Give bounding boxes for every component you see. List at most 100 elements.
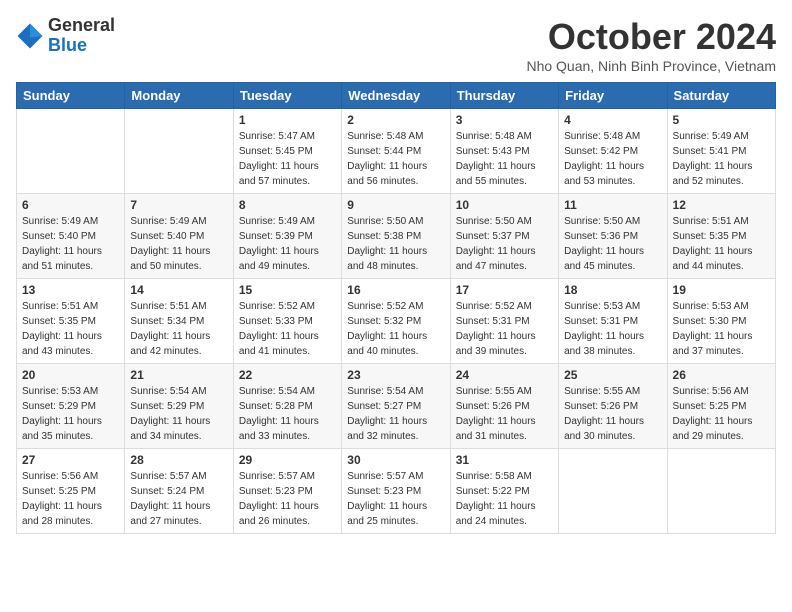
calendar-week-1: 1 Sunrise: 5:47 AMSunset: 5:45 PMDaylight… — [17, 109, 776, 194]
calendar-cell: 5 Sunrise: 5:49 AMSunset: 5:41 PMDaylight… — [667, 109, 775, 194]
calendar-cell: 7Sunrise: 5:49 AMSunset: 5:40 PMDaylight… — [125, 194, 233, 279]
day-info: Sunrise: 5:53 AMSunset: 5:30 PMDaylight:… — [673, 299, 770, 359]
calendar-cell: 12 Sunrise: 5:51 AMSunset: 5:35 PMDayligh… — [667, 194, 775, 279]
calendar-cell: 10 Sunrise: 5:50 AMSunset: 5:37 PMDayligh… — [450, 194, 558, 279]
day-info: Sunrise: 5:51 AMSunset: 5:35 PMDaylight:… — [22, 299, 119, 359]
day-number: 19 — [673, 283, 770, 297]
calendar-cell: 8Sunrise: 5:49 AMSunset: 5:39 PMDaylight… — [233, 194, 341, 279]
calendar-cell: 27 Sunrise: 5:56 AMSunset: 5:25 PMDayligh… — [17, 449, 125, 534]
day-number: 1 — [239, 113, 336, 127]
calendar-cell — [667, 449, 775, 534]
calendar-cell: 19 Sunrise: 5:53 AMSunset: 5:30 PMDayligh… — [667, 279, 775, 364]
day-info: Sunrise: 5:56 AMSunset: 5:25 PMDaylight:… — [22, 469, 119, 529]
day-number: 3 — [456, 113, 553, 127]
day-number: 13 — [22, 283, 119, 297]
calendar-cell: 23Sunrise: 5:54 AMSunset: 5:27 PMDayligh… — [342, 364, 450, 449]
day-number: 31 — [456, 453, 553, 467]
logo-icon — [16, 22, 44, 50]
calendar-cell: 26 Sunrise: 5:56 AMSunset: 5:25 PMDayligh… — [667, 364, 775, 449]
day-info: Sunrise: 5:50 AMSunset: 5:38 PMDaylight:… — [347, 214, 444, 274]
weekday-header-friday: Friday — [559, 83, 667, 109]
calendar-cell: 13 Sunrise: 5:51 AMSunset: 5:35 PMDayligh… — [17, 279, 125, 364]
logo-blue: Blue — [48, 35, 87, 55]
day-number: 26 — [673, 368, 770, 382]
calendar-cell: 25 Sunrise: 5:55 AMSunset: 5:26 PMDayligh… — [559, 364, 667, 449]
calendar-cell: 3 Sunrise: 5:48 AMSunset: 5:43 PMDaylight… — [450, 109, 558, 194]
day-number: 25 — [564, 368, 661, 382]
calendar-cell: 21 Sunrise: 5:54 AMSunset: 5:29 PMDayligh… — [125, 364, 233, 449]
day-number: 17 — [456, 283, 553, 297]
day-number: 16 — [347, 283, 444, 297]
title-block: October 2024 Nho Quan, Ninh Binh Provinc… — [526, 16, 776, 74]
day-info: Sunrise: 5:52 AMSunset: 5:31 PMDaylight:… — [456, 299, 553, 359]
day-info: Sunrise: 5:57 AMSunset: 5:23 PMDaylight:… — [347, 469, 444, 529]
day-number: 22 — [239, 368, 336, 382]
day-number: 27 — [22, 453, 119, 467]
calendar-cell: 6Sunrise: 5:49 AMSunset: 5:40 PMDaylight… — [17, 194, 125, 279]
day-info: Sunrise: 5:54 AMSunset: 5:27 PMDaylight:… — [347, 384, 444, 444]
day-info: Sunrise: 5:55 AMSunset: 5:26 PMDaylight:… — [564, 384, 661, 444]
day-info: Sunrise: 5:58 AMSunset: 5:22 PMDaylight:… — [456, 469, 553, 529]
day-info: Sunrise: 5:55 AMSunset: 5:26 PMDaylight:… — [456, 384, 553, 444]
day-info: Sunrise: 5:56 AMSunset: 5:25 PMDaylight:… — [673, 384, 770, 444]
day-info: Sunrise: 5:48 AMSunset: 5:42 PMDaylight:… — [564, 129, 661, 189]
day-info: Sunrise: 5:57 AMSunset: 5:23 PMDaylight:… — [239, 469, 336, 529]
day-number: 29 — [239, 453, 336, 467]
day-number: 18 — [564, 283, 661, 297]
day-info: Sunrise: 5:49 AMSunset: 5:41 PMDaylight:… — [673, 129, 770, 189]
day-info: Sunrise: 5:49 AMSunset: 5:40 PMDaylight:… — [130, 214, 227, 274]
calendar-cell: 17 Sunrise: 5:52 AMSunset: 5:31 PMDayligh… — [450, 279, 558, 364]
calendar-week-2: 6 Sunrise: 5:49 AMSunset: 5:40 PMDaylight… — [17, 194, 776, 279]
day-info: Sunrise: 5:53 AMSunset: 5:29 PMDaylight:… — [22, 384, 119, 444]
calendar-cell: 2 Sunrise: 5:48 AMSunset: 5:44 PMDaylight… — [342, 109, 450, 194]
calendar-cell: 29 Sunrise: 5:57 AMSunset: 5:23 PMDayligh… — [233, 449, 341, 534]
calendar-cell: 1 Sunrise: 5:47 AMSunset: 5:45 PMDaylight… — [233, 109, 341, 194]
weekday-header-saturday: Saturday — [667, 83, 775, 109]
day-number: 28 — [130, 453, 227, 467]
calendar-week-3: 13 Sunrise: 5:51 AMSunset: 5:35 PMDayligh… — [17, 279, 776, 364]
calendar-cell: 18Sunrise: 5:53 AMSunset: 5:31 PMDayligh… — [559, 279, 667, 364]
calendar-cell: 16 Sunrise: 5:52 AMSunset: 5:32 PMDayligh… — [342, 279, 450, 364]
weekday-header-thursday: Thursday — [450, 83, 558, 109]
day-info: Sunrise: 5:47 AMSunset: 5:45 PMDaylight:… — [239, 129, 336, 189]
day-info: Sunrise: 5:49 AMSunset: 5:39 PMDaylight:… — [239, 214, 336, 274]
calendar-cell: 11 Sunrise: 5:50 AMSunset: 5:36 PMDayligh… — [559, 194, 667, 279]
day-number: 12 — [673, 198, 770, 212]
calendar-cell: 22Sunrise: 5:54 AMSunset: 5:28 PMDayligh… — [233, 364, 341, 449]
day-number: 11 — [564, 198, 661, 212]
day-info: Sunrise: 5:52 AMSunset: 5:32 PMDaylight:… — [347, 299, 444, 359]
day-number: 6 — [22, 198, 119, 212]
day-number: 10 — [456, 198, 553, 212]
day-number: 21 — [130, 368, 227, 382]
logo-text: General Blue — [48, 16, 115, 56]
calendar-cell: 14 Sunrise: 5:51 AMSunset: 5:34 PMDayligh… — [125, 279, 233, 364]
page-header: General Blue October 2024 Nho Quan, Ninh… — [16, 16, 776, 74]
calendar-cell: 15Sunrise: 5:52 AMSunset: 5:33 PMDayligh… — [233, 279, 341, 364]
day-info: Sunrise: 5:50 AMSunset: 5:37 PMDaylight:… — [456, 214, 553, 274]
weekday-header-wednesday: Wednesday — [342, 83, 450, 109]
calendar-week-4: 20Sunrise: 5:53 AMSunset: 5:29 PMDayligh… — [17, 364, 776, 449]
calendar-cell — [559, 449, 667, 534]
calendar-cell — [17, 109, 125, 194]
day-info: Sunrise: 5:51 AMSunset: 5:35 PMDaylight:… — [673, 214, 770, 274]
day-number: 5 — [673, 113, 770, 127]
calendar-cell: 4 Sunrise: 5:48 AMSunset: 5:42 PMDaylight… — [559, 109, 667, 194]
month-title: October 2024 — [526, 16, 776, 58]
day-info: Sunrise: 5:57 AMSunset: 5:24 PMDaylight:… — [130, 469, 227, 529]
day-info: Sunrise: 5:51 AMSunset: 5:34 PMDaylight:… — [130, 299, 227, 359]
day-info: Sunrise: 5:52 AMSunset: 5:33 PMDaylight:… — [239, 299, 336, 359]
day-number: 14 — [130, 283, 227, 297]
day-info: Sunrise: 5:50 AMSunset: 5:36 PMDaylight:… — [564, 214, 661, 274]
day-info: Sunrise: 5:48 AMSunset: 5:44 PMDaylight:… — [347, 129, 444, 189]
calendar-cell: 9Sunrise: 5:50 AMSunset: 5:38 PMDaylight… — [342, 194, 450, 279]
day-number: 2 — [347, 113, 444, 127]
calendar-cell: 20Sunrise: 5:53 AMSunset: 5:29 PMDayligh… — [17, 364, 125, 449]
day-info: Sunrise: 5:48 AMSunset: 5:43 PMDaylight:… — [456, 129, 553, 189]
calendar-cell: 28 Sunrise: 5:57 AMSunset: 5:24 PMDayligh… — [125, 449, 233, 534]
day-number: 4 — [564, 113, 661, 127]
weekday-header-tuesday: Tuesday — [233, 83, 341, 109]
logo: General Blue — [16, 16, 115, 56]
day-info: Sunrise: 5:54 AMSunset: 5:29 PMDaylight:… — [130, 384, 227, 444]
calendar-cell — [125, 109, 233, 194]
calendar-table: SundayMondayTuesdayWednesdayThursdayFrid… — [16, 82, 776, 534]
